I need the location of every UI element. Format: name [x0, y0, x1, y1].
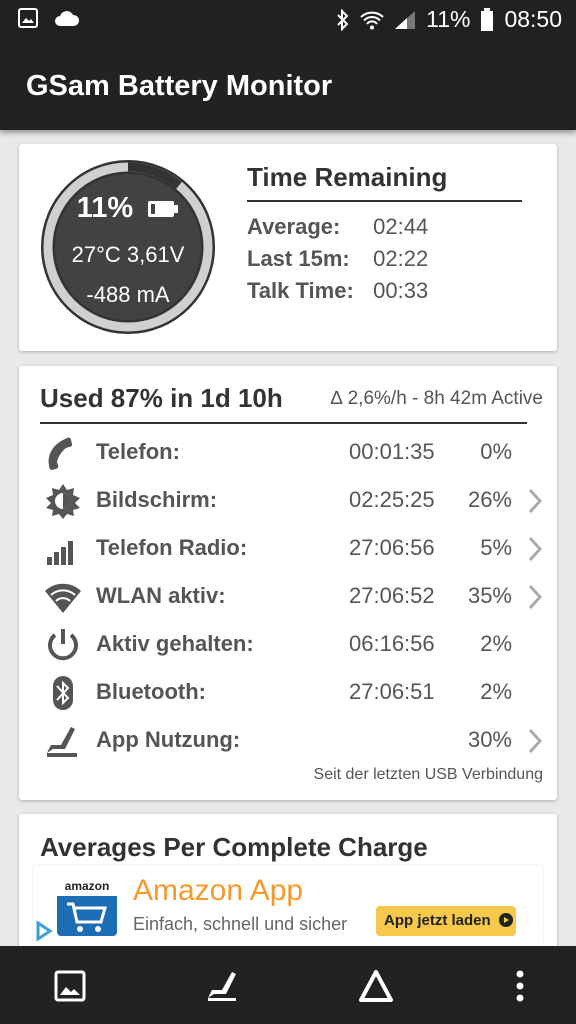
- usage-percent: 0%: [480, 439, 512, 464]
- play-circle-icon: [498, 913, 513, 927]
- usage-label: Bildschirm:: [96, 487, 218, 512]
- more-vert-icon[interactable]: [498, 964, 542, 1008]
- usage-time: 27:06:52: [349, 583, 435, 608]
- battery-summary-card[interactable]: 11% 27°C 3,61V -488 mA Time Remaining Av…: [19, 144, 557, 351]
- bluetooth-icon: [337, 8, 349, 31]
- usage-row-telefon-radio[interactable]: Telefon Radio: 27:06:56 5%: [19, 525, 557, 573]
- row-label: Talk Time:: [247, 278, 354, 303]
- row-label: Average:: [247, 214, 341, 239]
- usage-percent: 26%: [467, 487, 512, 512]
- delta-icon[interactable]: [354, 964, 398, 1008]
- usage-row-aktiv-gehalten[interactable]: Aktiv gehalten: 06:16:56 2%: [19, 621, 557, 669]
- battery-percent-large: 11%: [76, 192, 134, 224]
- temp-voltage: 27°C 3,61V: [71, 242, 185, 267]
- usage-time: 06:16:56: [349, 631, 435, 656]
- clock: 08:50: [504, 6, 562, 32]
- chevron-right-icon: [528, 728, 543, 754]
- usage-percent: 35%: [467, 583, 512, 608]
- amazon-logo: amazon: [57, 876, 117, 936]
- usage-footnote: Seit der letzten USB Verbindung: [313, 766, 543, 783]
- wifi-icon: [360, 11, 384, 29]
- row-value: 02:44: [373, 214, 429, 239]
- usage-percent: 30%: [467, 727, 512, 752]
- signal-icon: [395, 10, 416, 29]
- row-label: Last 15m:: [247, 246, 350, 271]
- bottom-toolbar: [0, 946, 576, 1024]
- time-remaining-title: Time Remaining: [247, 162, 448, 192]
- image-icon[interactable]: [48, 964, 92, 1008]
- cloud-icon: [55, 11, 80, 26]
- ad-title: Amazon App: [133, 874, 304, 907]
- usage-percent: 2%: [480, 679, 512, 704]
- usage-rate: ∆ 2,6%/h - 8h 42m Active: [330, 388, 543, 409]
- usage-time: 27:06:51: [349, 679, 435, 704]
- averages-title: Averages Per Complete Charge: [40, 832, 428, 862]
- current-draw: -488 mA: [86, 282, 170, 307]
- ad-install-button[interactable]: App jetzt laden: [376, 906, 516, 936]
- image-icon: [18, 8, 38, 28]
- amazon-logo-text: amazon: [57, 876, 117, 896]
- signal-bars-icon: [47, 541, 73, 565]
- app-bar: GSam Battery Monitor: [0, 40, 576, 130]
- cart-icon: [67, 902, 107, 932]
- divider: [40, 422, 527, 424]
- chevron-right-icon: [528, 584, 543, 610]
- divider: [247, 200, 522, 202]
- app-usage-icon: [47, 727, 77, 757]
- usage-percent: 5%: [480, 535, 512, 560]
- wifi-icon: [45, 583, 81, 613]
- usage-card: Used 87% in 1d 10h ∆ 2,6%/h - 8h 42m Act…: [19, 366, 557, 800]
- usage-percent: 2%: [480, 631, 512, 656]
- ad-button-label: App jetzt laden: [384, 912, 491, 929]
- usage-row-bluetooth[interactable]: Bluetooth: 27:06:51 2%: [19, 669, 557, 717]
- gauge-readout: 11% 27°C 3,61V -488 mA: [39, 158, 217, 336]
- usage-row-telefon[interactable]: Telefon: 00:01:35 0%: [19, 429, 557, 477]
- usage-row-wlan[interactable]: WLAN aktiv: 27:06:52 35%: [19, 573, 557, 621]
- row-value: 00:33: [373, 278, 429, 303]
- time-remaining-row: Last 15m: 02:22: [247, 246, 428, 272]
- usage-label: WLAN aktiv:: [96, 583, 226, 608]
- usage-row-bildschirm[interactable]: Bildschirm: 02:25:25 26%: [19, 477, 557, 525]
- battery-percent: 11%: [426, 6, 471, 32]
- chevron-right-icon: [528, 488, 543, 514]
- usage-label: Bluetooth:: [96, 679, 206, 704]
- bluetooth-icon: [53, 676, 73, 710]
- usage-time: 02:25:25: [349, 487, 435, 512]
- usage-label: Aktiv gehalten:: [96, 631, 254, 656]
- battery-level-icon: [148, 201, 179, 218]
- battery-icon: [481, 7, 494, 31]
- phone-icon: [48, 437, 72, 470]
- status-bar: 11% 08:50: [0, 0, 576, 40]
- time-remaining-row: Average: 02:44: [247, 214, 428, 240]
- usage-label: Telefon Radio:: [96, 535, 248, 560]
- usage-label: App Nutzung:: [96, 727, 241, 752]
- time-remaining-row: Talk Time: 00:33: [247, 278, 428, 304]
- power-icon: [48, 629, 78, 661]
- brightness-icon: [46, 484, 80, 519]
- adchoices-icon[interactable]: [35, 920, 53, 942]
- app-title: GSam Battery Monitor: [26, 70, 333, 102]
- usage-title: Used 87% in 1d 10h: [40, 383, 283, 413]
- ad-banner[interactable]: amazon Amazon App Einfach, schnell und s…: [33, 866, 543, 946]
- chevron-right-icon: [528, 536, 543, 562]
- ad-subtitle: Einfach, schnell und sicher: [133, 914, 348, 934]
- row-value: 02:22: [373, 246, 429, 271]
- usage-row-app-nutzung[interactable]: App Nutzung: 30%: [19, 717, 557, 765]
- usage-time: 27:06:56: [349, 535, 435, 560]
- app-usage-icon[interactable]: [200, 964, 244, 1008]
- usage-time: 00:01:35: [349, 439, 435, 464]
- usage-label: Telefon:: [96, 439, 180, 464]
